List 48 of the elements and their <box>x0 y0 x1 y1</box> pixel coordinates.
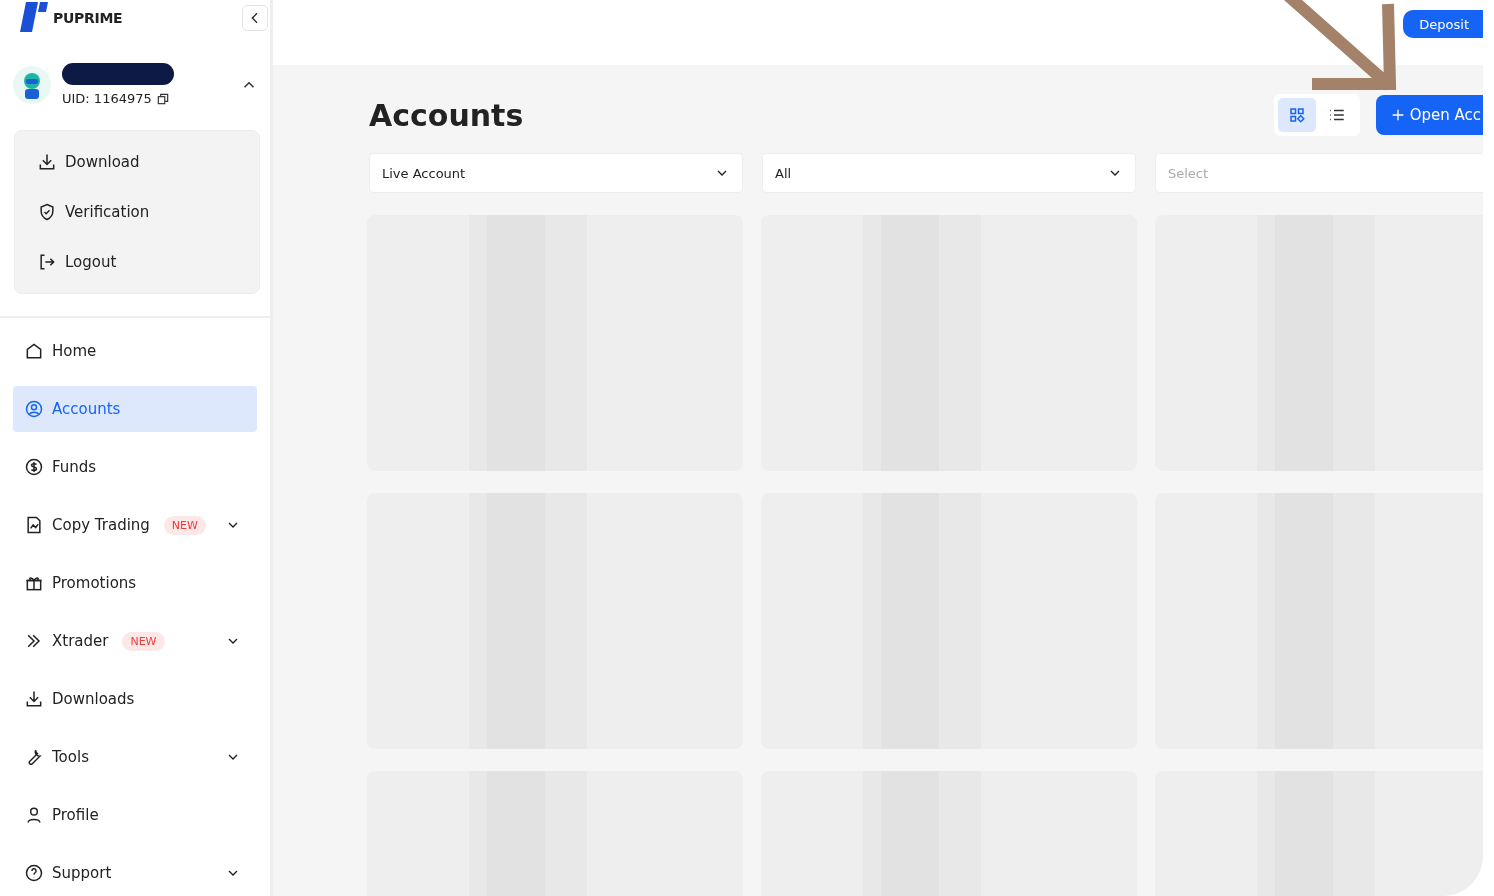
nav-label: Funds <box>52 458 97 476</box>
page-title: Accounts <box>369 97 524 133</box>
nav-label: Accounts <box>52 400 121 418</box>
shield-check-icon <box>37 202 57 222</box>
nav-item[interactable]: Home <box>13 328 257 374</box>
new-badge: NEW <box>122 631 165 651</box>
deposit-button[interactable]: Deposit <box>1403 10 1483 38</box>
nav-label: Home <box>52 342 97 360</box>
person-icon <box>24 805 44 825</box>
grid-view-button[interactable] <box>1277 98 1316 132</box>
nav-label: Downloads <box>52 690 135 708</box>
nav-label: Profile <box>52 806 99 824</box>
user-menu-item[interactable]: Verification <box>15 187 259 237</box>
nav-item[interactable]: Tools <box>13 734 257 780</box>
new-badge: NEW <box>163 515 206 535</box>
download-icon <box>24 689 44 709</box>
nav-item[interactable]: Support <box>13 850 257 896</box>
nav-item[interactable]: Promotions <box>13 560 257 606</box>
nav-label: Xtrader <box>52 632 109 650</box>
dollar-icon <box>24 457 44 477</box>
grid-icon <box>1287 106 1306 124</box>
nav-item[interactable]: Funds <box>13 444 257 490</box>
chart-document-icon <box>24 515 44 535</box>
filter-dropdown[interactable]: All <box>762 153 1136 193</box>
open-account-button[interactable]: Open Acc <box>1375 95 1483 135</box>
help-icon <box>24 863 44 883</box>
home-icon <box>24 341 44 361</box>
brand-name: PUPRIME <box>53 9 123 26</box>
uid-text: UID: 1164975 <box>62 91 152 106</box>
nav-label: Copy Trading <box>52 516 150 534</box>
download-icon <box>37 152 57 172</box>
nav-label: Support <box>52 864 112 882</box>
collapse-sidebar-button[interactable] <box>242 4 268 31</box>
logout-icon <box>37 252 57 272</box>
nav-label: Tools <box>52 748 89 766</box>
logo-icon <box>18 1 48 34</box>
nav-item[interactable]: Profile <box>13 792 257 838</box>
nav-item[interactable]: Downloads <box>13 676 257 722</box>
user-circle-icon <box>24 399 44 419</box>
user-menu-item[interactable]: Download <box>15 137 259 187</box>
user-menu-item[interactable]: Logout <box>15 237 259 287</box>
nav-label: Promotions <box>52 574 137 592</box>
copy-icon[interactable] <box>155 91 170 106</box>
avatar-icon <box>12 64 52 105</box>
filter-dropdown[interactable]: Live Account <box>369 153 743 193</box>
nav-item[interactable]: Copy Trading NEW <box>13 502 257 548</box>
nav-item[interactable]: Accounts <box>13 386 257 432</box>
nav-item[interactable]: Xtrader NEW <box>13 618 257 664</box>
